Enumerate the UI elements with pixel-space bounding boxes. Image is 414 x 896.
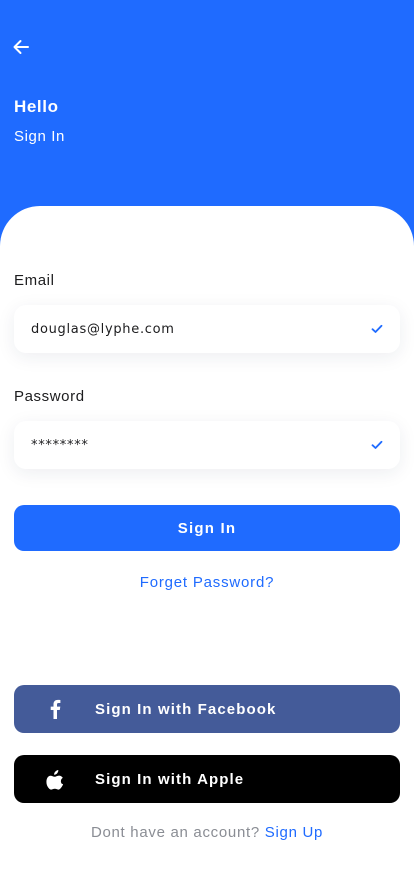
page-title: Hello [14,97,59,116]
apple-sign-in-button[interactable]: Sign In with Apple [14,755,400,803]
sign-in-button[interactable]: Sign In [14,505,400,551]
facebook-sign-in-button[interactable]: Sign In with Facebook [14,685,400,733]
forgot-password-link[interactable]: Forget Password? [0,574,414,591]
email-label: Email [14,272,55,289]
facebook-button-label: Sign In with Facebook [95,700,277,718]
signup-prompt: Dont have an account? Sign Up [0,824,414,841]
password-label: Password [14,388,85,405]
apple-icon [43,767,67,791]
facebook-icon [43,697,67,721]
check-icon [371,323,383,335]
signup-prompt-text: Dont have an account? [90,824,260,841]
apple-button-label: Sign In with Apple [95,770,245,788]
back-button[interactable] [10,36,32,58]
email-field[interactable]: douglas@lyphe.com [14,305,400,353]
email-value: douglas@lyphe.com [31,321,175,337]
password-value: ******** [31,437,89,453]
arrow-left-icon [13,40,29,54]
sign-up-link[interactable]: Sign Up [265,824,323,841]
page-subtitle: Sign In [14,128,65,145]
password-field[interactable]: ******** [14,421,400,469]
check-icon [371,439,383,451]
